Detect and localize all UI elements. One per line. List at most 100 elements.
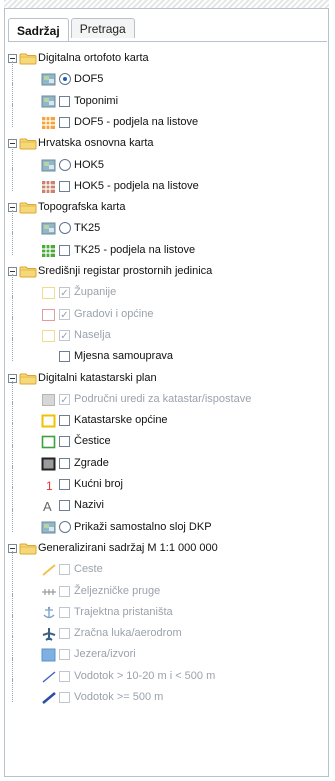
tree-layer-row: TK25 <box>8 210 329 239</box>
svg-text:A: A <box>43 499 52 513</box>
layer-radio[interactable] <box>59 520 71 533</box>
layer-label[interactable]: Jezera/izvori <box>74 644 136 665</box>
layer-label[interactable]: Županije <box>74 282 116 303</box>
tree-layer-row: A Nazivi <box>8 487 329 516</box>
layer-label[interactable]: Mjesna samouprava <box>74 346 173 367</box>
tree-connector <box>12 679 13 703</box>
tree-connector <box>12 210 13 234</box>
tree-connector <box>12 551 13 575</box>
layer-checkbox[interactable]: ✓ <box>59 287 70 299</box>
tree-connector <box>12 380 13 405</box>
layer-label[interactable]: TK25 <box>74 218 100 239</box>
layer-label[interactable]: Katastarske općine <box>74 410 168 431</box>
group-label[interactable]: Generalizirani sadržaj M 1:1 000 000 <box>38 538 218 559</box>
layer-checkbox[interactable]: ✓ <box>59 329 70 342</box>
layer-label[interactable]: Nazivi <box>74 495 104 516</box>
tree-layer-row: Vodotok >= 500 m <box>8 679 329 708</box>
layer-label[interactable]: HOK5 <box>74 155 104 176</box>
layer-checkbox[interactable] <box>59 585 70 597</box>
layer-label[interactable]: HOK5 - podjela na listove <box>74 176 199 197</box>
layer-label[interactable]: Vodotok >= 500 m <box>74 687 163 708</box>
tree-connector <box>12 402 13 426</box>
tree-connector <box>12 295 13 319</box>
tree-connector <box>12 423 13 447</box>
layer-label[interactable]: Kućni broj <box>74 474 123 495</box>
layer-label[interactable]: Ceste <box>74 559 103 580</box>
layer-label[interactable]: Područni uredi za katastar/ispostave <box>74 389 251 410</box>
tree-connector <box>12 572 13 596</box>
tree-group: Digitalni katastarski plan <box>8 368 329 389</box>
tree-connector <box>12 82 13 106</box>
tree-layer-row: HOK5 <box>8 146 329 176</box>
tree-connector <box>12 508 13 532</box>
layer-label[interactable]: Zračna luka/aerodrom <box>74 623 182 644</box>
layer-checkbox[interactable] <box>59 649 70 661</box>
layer-checkbox[interactable] <box>59 436 70 448</box>
river-thick-icon <box>41 691 57 713</box>
layer-checkbox[interactable] <box>59 116 70 128</box>
group-label[interactable]: Središnji registar prostornih jedinica <box>38 261 212 282</box>
tree-layer-row: Vodotok > 10-20 m i < 500 m <box>8 657 329 687</box>
group-label[interactable]: Topografska karta <box>38 197 125 218</box>
layer-checkbox[interactable] <box>59 415 70 427</box>
group-label[interactable]: Digitalni katastarski plan <box>38 368 157 389</box>
layer-checkbox[interactable] <box>59 606 70 618</box>
layer-label[interactable]: Vodotok > 10-20 m i < 500 m <box>74 666 215 687</box>
group-label[interactable]: Hrvatska osnovna karta <box>38 133 154 154</box>
tab-pretraga[interactable]: Pretraga <box>70 18 135 38</box>
tree-layer-row: Ceste <box>8 551 329 580</box>
tree-connector <box>12 231 13 255</box>
group-label[interactable]: Digitalna ortofoto karta <box>38 48 149 69</box>
layer-checkbox[interactable]: ✓ <box>59 393 70 406</box>
tree-layer-row: Jezera/izvori <box>8 636 329 665</box>
layer-label[interactable]: Toponimi <box>74 91 118 112</box>
layer-radio[interactable] <box>59 73 71 86</box>
tree-connector <box>12 146 13 170</box>
layer-label[interactable]: Trajektna pristaništa <box>74 602 173 623</box>
tree-connector <box>12 466 13 490</box>
layer-checkbox[interactable] <box>59 95 70 107</box>
tree-layer-row: Katastarske općine <box>8 402 329 431</box>
tree-connector <box>12 61 13 85</box>
tree-connector <box>12 167 13 192</box>
tab-sadrzaj[interactable]: Sadržaj <box>8 18 69 42</box>
layer-checkbox[interactable] <box>59 500 70 512</box>
layer-label[interactable]: Željezničke pruge <box>74 581 160 602</box>
layer-radio[interactable] <box>59 158 71 171</box>
tree-layer-row: 1 Kućni broj <box>8 466 329 495</box>
tree-layer-row: ✓ Gradovi i općine <box>8 295 329 325</box>
layer-label[interactable]: Zgrade <box>74 453 109 474</box>
layer-checkbox[interactable] <box>59 457 70 469</box>
tree-connector <box>12 316 13 341</box>
tab-bar: Sadržaj Pretraga <box>8 18 135 42</box>
layer-checkbox[interactable] <box>59 479 70 490</box>
layer-label[interactable]: Čestice <box>74 431 111 452</box>
layer-label[interactable]: TK25 - podjela na listove <box>74 240 195 261</box>
layer-checkbox[interactable] <box>59 180 70 192</box>
tree-connector <box>12 636 13 660</box>
layer-label[interactable]: Naselja <box>74 325 111 346</box>
layer-radio[interactable] <box>59 222 71 235</box>
tree-layer-row: DOF5 - podjela na listove <box>8 103 329 133</box>
layer-label[interactable]: Prikaži samostalno sloj DKP <box>74 517 212 538</box>
tree-connector <box>12 338 13 362</box>
layer-checkbox[interactable]: ✓ <box>59 308 70 321</box>
tree-layer-row: ✓ Područni uredi za katastar/ispostave <box>8 380 329 410</box>
layer-checkbox[interactable] <box>59 244 70 256</box>
layer-checkbox[interactable] <box>59 351 70 363</box>
tree-layer-row: Mjesna samouprava <box>8 338 329 367</box>
layer-label[interactable]: DOF5 - podjela na listove <box>74 112 198 133</box>
layer-label[interactable]: DOF5 <box>74 69 103 90</box>
layer-label[interactable]: Gradovi i općine <box>74 304 154 325</box>
layer-checkbox[interactable] <box>59 564 70 576</box>
tree-layer-row: DOF5 <box>8 61 329 90</box>
layer-checkbox[interactable] <box>59 670 70 682</box>
layer-checkbox[interactable] <box>59 692 70 703</box>
tree-layer-row: Čestice <box>8 423 329 452</box>
tree-group: Topografska karta <box>8 197 329 218</box>
tree-group: Središnji registar prostornih jedinica <box>8 261 329 282</box>
tree-connector <box>12 103 13 128</box>
layer-checkbox[interactable] <box>59 628 70 640</box>
tree-layer-row: ✓ Županije <box>8 274 329 303</box>
tree-connector <box>12 615 13 639</box>
